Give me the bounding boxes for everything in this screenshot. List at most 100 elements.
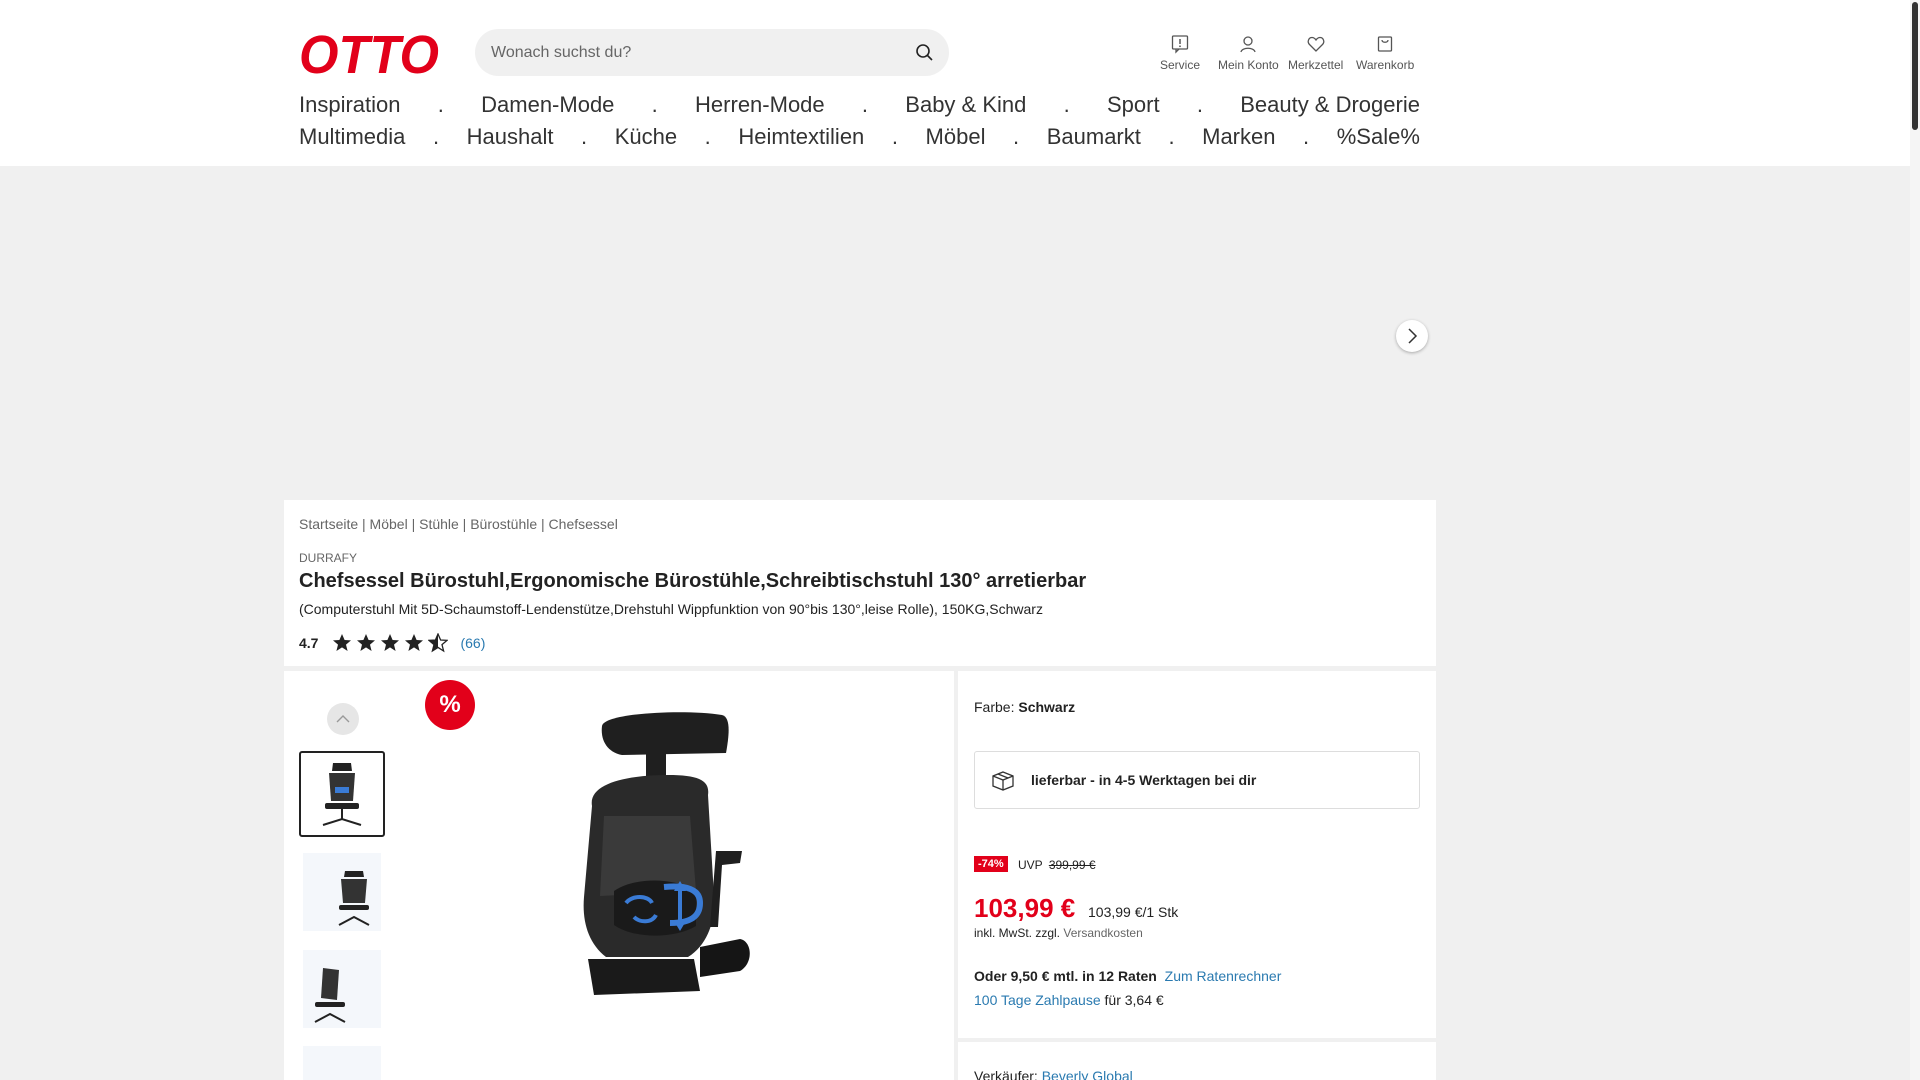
nav-separator: . (581, 124, 588, 149)
current-price: 103,99 € (974, 893, 1076, 923)
uvp-label: UVP (1018, 858, 1043, 872)
sale-badge: % (425, 680, 475, 730)
account-button[interactable]: Mein Konto (1218, 34, 1279, 72)
uvp-value: 399,99 € (1048, 858, 1096, 872)
package-icon (992, 771, 1014, 791)
installment-text: Oder 9,50 € mtl. in 12 Raten (974, 968, 1157, 984)
scrollbar-thumb[interactable] (1912, 2, 1918, 130)
star-icon (405, 634, 424, 651)
service-label: Service (1160, 58, 1201, 72)
nav-separator: . (651, 92, 658, 117)
nav-separator: . (861, 92, 869, 117)
delivery-text: lieferbar - in 4-5 Werktagen bei dir (1031, 772, 1257, 788)
seller-info: Verkäufer: Beverly Global (974, 1068, 1133, 1080)
nav-item-damen-mode[interactable]: Damen-Mode (481, 92, 614, 118)
uvp-price: UVP 399,99 € (1018, 858, 1096, 872)
wishlist-button[interactable]: Merkzettel (1288, 34, 1343, 72)
payment-pause-link[interactable]: 100 Tage Zahlpause (974, 992, 1101, 1008)
info-icon (1171, 35, 1189, 54)
product-subtitle: (Computerstuhl Mit 5D-Schaumstoff-Lenden… (299, 601, 1043, 617)
thumbnail-2[interactable] (299, 849, 385, 935)
nav-item-marken[interactable]: Marken (1202, 124, 1275, 150)
search-bar (475, 29, 949, 76)
breadcrumb[interactable]: Startseite | Möbel | Stühle | Bürostühle… (299, 516, 618, 532)
nav-separator: . (1013, 124, 1020, 149)
half-star-icon (428, 633, 449, 653)
product-gallery: % (284, 671, 954, 1080)
user-icon (1240, 36, 1256, 53)
delivery-info: lieferbar - in 4-5 Werktagen bei dir (974, 751, 1420, 809)
star-icon (333, 634, 352, 651)
service-button[interactable]: Service (1160, 34, 1200, 72)
product-brand[interactable]: DURRAFY (299, 551, 357, 565)
main-nav-row-1: Inspiration . Damen-Mode . Herren-Mode .… (299, 92, 1420, 118)
installment-info: Oder 9,50 € mtl. in 12 Raten Zum Ratenre… (974, 968, 1281, 984)
chevron-up-icon (336, 715, 350, 723)
otto-logo[interactable]: OTTO (299, 29, 441, 77)
buy-box: Farbe: Schwarz lieferbar - in 4-5 Werkta… (958, 671, 1436, 1038)
banner-next-button[interactable] (1396, 320, 1428, 352)
nav-separator: . (437, 92, 444, 117)
nav-item-inspiration[interactable]: Inspiration (299, 92, 401, 118)
tax-info: inkl. MwSt. zzgl. Versandkosten (974, 926, 1143, 940)
rating-count-link[interactable]: (66) (460, 635, 485, 651)
nav-separator: . (1168, 124, 1175, 149)
payment-pause-info: 100 Tage Zahlpause für 3,64 € (974, 992, 1164, 1008)
nav-item-baby-kind[interactable]: Baby & Kind (905, 92, 1026, 118)
header-icons: Service Mein Konto Merkzettel Warenkorb (1150, 34, 1420, 74)
product-title: Chefsessel Bürostuhl,Ergonomische Bürost… (299, 570, 1087, 592)
installment-calculator-link[interactable]: Zum Ratenrechner (1165, 968, 1282, 984)
main-nav-row-2: Multimedia . Haushalt . Küche . Heimtext… (299, 124, 1420, 150)
nav-item-multimedia[interactable]: Multimedia (299, 124, 405, 150)
product-rating[interactable]: 4.7 (66) (299, 633, 485, 653)
rating-value: 4.7 (299, 635, 319, 651)
seller-label: Verkäufer: (974, 1068, 1038, 1080)
tax-text: inkl. MwSt. zzgl. (974, 926, 1061, 940)
nav-item-moebel[interactable]: Möbel (926, 124, 986, 150)
star-icon (381, 634, 400, 651)
nav-item-herren-mode[interactable]: Herren-Mode (695, 92, 825, 118)
nav-item-haushalt[interactable]: Haushalt (467, 124, 554, 150)
nav-item-beauty-drogerie[interactable]: Beauty & Drogerie (1240, 92, 1420, 118)
nav-separator: . (704, 124, 711, 149)
nav-separator: . (1063, 92, 1070, 117)
discount-badge: -74% (974, 856, 1008, 872)
nav-item-sale[interactable]: %Sale% (1337, 124, 1420, 150)
color-label: Farbe: (974, 699, 1015, 715)
chevron-right-icon (1408, 328, 1418, 344)
site-header: OTTO Service Mein Konto Merkzettel Waren… (0, 0, 1910, 166)
promo-banner (0, 166, 1910, 500)
thumbnail-4[interactable] (299, 1042, 385, 1080)
rating-stars (332, 633, 449, 653)
nav-item-baumarkt[interactable]: Baumarkt (1047, 124, 1141, 150)
nav-separator: . (432, 124, 440, 149)
thumbnail-scroll-up-button[interactable] (327, 703, 359, 735)
account-label: Mein Konto (1218, 58, 1279, 72)
wishlist-label: Merkzettel (1288, 58, 1344, 72)
thumbnail-3[interactable] (299, 946, 385, 1032)
seller-card: Verkäufer: Beverly Global (958, 1042, 1436, 1080)
logo-text: OTTO (299, 29, 439, 77)
seller-link[interactable]: Beverly Global (1042, 1068, 1133, 1080)
color-selection: Farbe: Schwarz (974, 699, 1075, 715)
nav-separator: . (1196, 92, 1203, 117)
thumbnail-1[interactable] (299, 751, 385, 837)
nav-item-kueche[interactable]: Küche (615, 124, 677, 150)
nav-separator: . (1303, 124, 1310, 149)
search-input[interactable] (491, 29, 891, 76)
page-scrollbar[interactable] (1910, 0, 1920, 1080)
star-icon (357, 634, 376, 651)
nav-separator: . (891, 124, 898, 149)
cart-label: Warenkorb (1356, 58, 1415, 72)
payment-pause-text: für 3,64 € (1104, 992, 1164, 1008)
nav-item-sport[interactable]: Sport (1107, 92, 1160, 118)
color-value: Schwarz (1018, 699, 1076, 715)
unit-price: 103,99 €/1 Stk (1088, 904, 1179, 920)
product-header-card: Startseite | Möbel | Stühle | Bürostühle… (284, 500, 1436, 666)
product-main-image[interactable] (504, 691, 864, 1080)
search-icon[interactable] (913, 41, 937, 65)
shipping-costs-link[interactable]: Versandkosten (1063, 926, 1142, 940)
heart-icon (1307, 36, 1325, 52)
cart-button[interactable]: Warenkorb (1356, 34, 1414, 72)
nav-item-heimtextilien[interactable]: Heimtextilien (738, 124, 864, 150)
